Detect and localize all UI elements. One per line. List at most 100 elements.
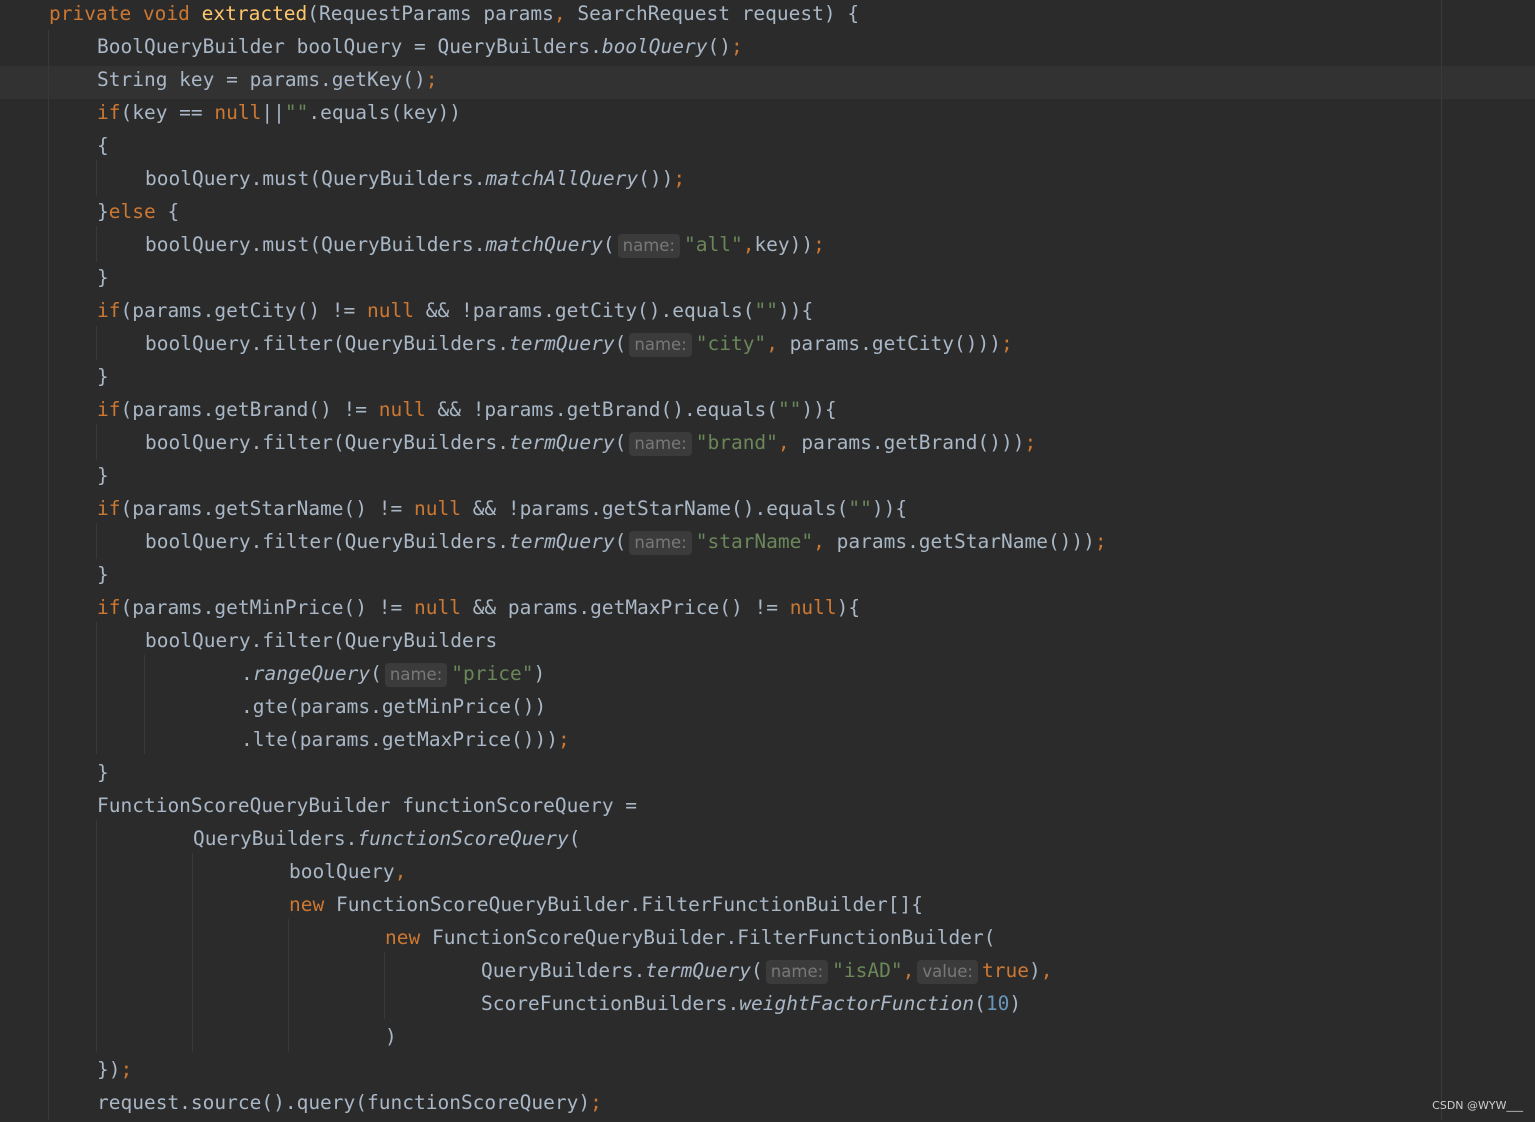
- code-token: (: [568, 827, 581, 850]
- code-token: QueryBuilders.: [481, 959, 646, 982]
- code-line[interactable]: }: [0, 759, 1535, 792]
- code-token: FunctionScoreQueryBuilder.FilterFunction…: [431, 926, 996, 949]
- code-line[interactable]: boolQuery.filter(QueryBuilders.termQuery…: [0, 429, 1535, 462]
- code-token: extracted: [201, 2, 308, 25]
- code-token: ): [385, 1025, 397, 1048]
- code-line[interactable]: .gte(params.getMinPrice()): [0, 693, 1535, 726]
- code-line[interactable]: }else {: [0, 198, 1535, 231]
- code-line[interactable]: QueryBuilders.termQuery(name: "isAD", valu…: [0, 957, 1535, 990]
- code-token: request.source().query(functionScoreQuer…: [97, 1091, 591, 1114]
- code-token: "isAD": [832, 959, 903, 982]
- code-line[interactable]: boolQuery.filter(QueryBuilders: [0, 627, 1535, 660]
- code-token: (: [614, 431, 627, 454]
- indent-guide-line: [144, 655, 145, 754]
- code-token: matchAllQuery: [485, 167, 639, 190]
- code-line[interactable]: request.source().query(functionScoreQuer…: [0, 1089, 1535, 1122]
- code-token: )): [871, 497, 896, 520]
- code-token: }: [97, 563, 109, 586]
- indent-guide-line: [96, 523, 97, 559]
- code-token: (): [707, 35, 731, 58]
- code-token: (key ==: [120, 101, 215, 124]
- code-line[interactable]: }: [0, 561, 1535, 594]
- code-line[interactable]: boolQuery.filter(QueryBuilders.termQuery…: [0, 330, 1535, 363]
- code-line[interactable]: ScoreFunctionBuilders.weightFactorFuncti…: [0, 990, 1535, 1023]
- code-line[interactable]: if(params.getBrand() != null && !params.…: [0, 396, 1535, 429]
- indent-guide-line: [96, 622, 97, 754]
- code-token: if: [97, 101, 121, 124]
- code-token: }: [97, 365, 109, 388]
- right-margin-guide: [1441, 0, 1442, 1120]
- indent-guide-line: [48, 30, 49, 1120]
- code-token: ,: [766, 332, 790, 355]
- code-line[interactable]: {: [0, 132, 1535, 165]
- code-token: }: [97, 761, 109, 784]
- code-line[interactable]: ): [0, 1023, 1535, 1056]
- code-token: if: [97, 299, 121, 322]
- code-token: params.getBrand())): [801, 431, 1025, 454]
- code-token: ;: [557, 728, 570, 751]
- code-token: (: [602, 233, 615, 256]
- code-line[interactable]: .rangeQuery(name: "price"): [0, 660, 1535, 693]
- code-token: {: [895, 497, 908, 520]
- code-line[interactable]: });: [0, 1056, 1535, 1089]
- code-token: )): [801, 398, 825, 421]
- code-token: boolQuery.filter(QueryBuilders.: [145, 431, 509, 454]
- code-line[interactable]: }: [0, 363, 1535, 396]
- code-token: params.getStarName())): [836, 530, 1095, 553]
- parameter-hint: name:: [617, 234, 680, 258]
- code-line[interactable]: private void extracted(RequestParams par…: [0, 0, 1535, 33]
- code-token: "": [754, 299, 778, 322]
- code-line[interactable]: new FunctionScoreQueryBuilder.FilterFunc…: [0, 891, 1535, 924]
- code-line[interactable]: boolQuery.must(QueryBuilders.matchAllQue…: [0, 165, 1535, 198]
- code-line[interactable]: }: [0, 264, 1535, 297]
- code-line[interactable]: if(params.getCity() != null && !params.g…: [0, 297, 1535, 330]
- code-token: ,: [553, 2, 578, 25]
- code-line[interactable]: if(params.getMinPrice() != null && param…: [0, 594, 1535, 627]
- code-token: (params.getMinPrice() !=: [120, 596, 414, 619]
- code-token: && !params.getBrand().equals(: [425, 398, 778, 421]
- code-token: (: [614, 530, 627, 553]
- code-token: "all": [683, 233, 743, 256]
- code-token: (params.getCity() !=: [120, 299, 368, 322]
- code-token: (: [614, 332, 627, 355]
- code-token: QueryBuilders.: [193, 827, 358, 850]
- code-line[interactable]: .lte(params.getMaxPrice()));: [0, 726, 1535, 759]
- code-token: }): [97, 1058, 121, 1081]
- code-line[interactable]: new FunctionScoreQueryBuilder.FilterFunc…: [0, 924, 1535, 957]
- code-token: "price": [451, 662, 534, 685]
- code-line[interactable]: }: [0, 462, 1535, 495]
- code-token: ;: [673, 167, 686, 190]
- code-token: true: [982, 959, 1029, 982]
- code-token: ,: [902, 959, 915, 982]
- code-token: ;: [1024, 431, 1037, 454]
- code-token: ;: [1001, 332, 1013, 355]
- code-token: }: [97, 266, 109, 289]
- code-token: (params.getStarName() !=: [120, 497, 414, 520]
- code-line[interactable]: boolQuery,: [0, 858, 1535, 891]
- code-token: {: [167, 200, 180, 223]
- code-line[interactable]: BoolQueryBuilder boolQuery = QueryBuilde…: [0, 33, 1535, 66]
- code-token: boolQuery.must(QueryBuilders.: [145, 233, 486, 256]
- code-token: if: [97, 497, 121, 520]
- code-token: boolQuery.must(QueryBuilders.: [145, 167, 486, 190]
- code-token: functionScoreQuery: [357, 827, 569, 850]
- code-token: ;: [425, 68, 438, 91]
- code-token: ;: [120, 1058, 133, 1081]
- code-token: key)): [754, 233, 814, 256]
- code-line[interactable]: if(key == null||"".equals(key)): [0, 99, 1535, 132]
- code-editor[interactable]: private void extracted(RequestParams par…: [0, 0, 1535, 1120]
- code-token: null: [413, 497, 461, 520]
- code-line[interactable]: boolQuery.must(QueryBuilders.matchQuery(…: [0, 231, 1535, 264]
- parameter-hint: name:: [629, 432, 692, 456]
- code-line[interactable]: FunctionScoreQueryBuilder functionScoreQ…: [0, 792, 1535, 825]
- code-line[interactable]: if(params.getStarName() != null && !para…: [0, 495, 1535, 528]
- code-token: && !params.getCity().equals(: [414, 299, 755, 322]
- code-line[interactable]: boolQuery.filter(QueryBuilders.termQuery…: [0, 528, 1535, 561]
- code-line-current[interactable]: String key = params.getKey();: [0, 66, 1535, 99]
- code-token: "": [848, 497, 872, 520]
- code-line[interactable]: QueryBuilders.functionScoreQuery(: [0, 825, 1535, 858]
- parameter-hint: name:: [765, 960, 829, 984]
- code-token: .: [241, 662, 253, 685]
- code-token: boolQuery.filter(QueryBuilders.: [145, 332, 509, 355]
- code-token: ;: [590, 1091, 602, 1114]
